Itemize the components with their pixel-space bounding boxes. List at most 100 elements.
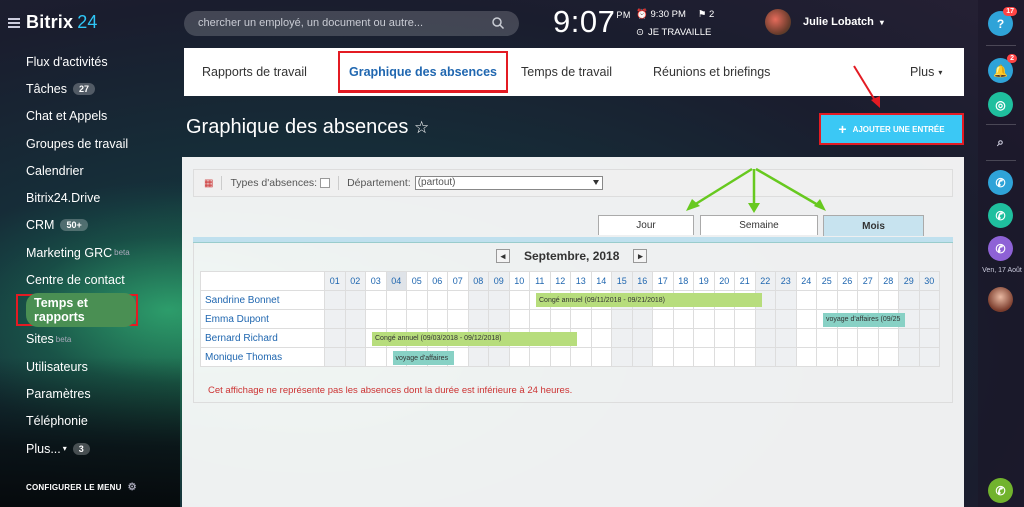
day-cell[interactable] xyxy=(447,290,469,310)
day-cell[interactable] xyxy=(590,347,612,367)
day-cell[interactable] xyxy=(611,328,633,348)
help-button[interactable]: ? 17 xyxy=(988,7,1017,36)
alarm[interactable]: ⏰ 9:30 PM xyxy=(636,9,686,20)
day-cell[interactable] xyxy=(652,328,674,348)
day-cell[interactable] xyxy=(775,290,797,310)
day-cell[interactable] xyxy=(385,290,407,310)
day-cell[interactable] xyxy=(652,347,674,367)
day-cell[interactable] xyxy=(426,309,448,329)
user-menu[interactable]: Julie Lobatch ▾ xyxy=(765,9,884,35)
day-cell[interactable] xyxy=(324,347,346,367)
employee-link[interactable]: Sandrine Bonnet xyxy=(200,290,325,310)
day-cell[interactable] xyxy=(898,328,920,348)
menu-item-temps-rapports[interactable]: Temps et rapports xyxy=(16,292,138,327)
menu-item-parametres[interactable]: Paramètres xyxy=(0,380,178,407)
day-cell[interactable] xyxy=(529,309,551,329)
menu-item-sites[interactable]: Sites beta xyxy=(0,326,178,353)
day-cell[interactable] xyxy=(734,328,756,348)
day-cell[interactable] xyxy=(795,328,817,348)
day-cell[interactable] xyxy=(898,347,920,367)
menu-item-marketing[interactable]: Marketing GRC beta xyxy=(0,239,178,266)
call-button[interactable]: ✆ xyxy=(988,478,1013,503)
day-cell[interactable] xyxy=(672,347,694,367)
day-cell[interactable] xyxy=(344,290,366,310)
day-cell[interactable] xyxy=(857,328,879,348)
day-cell[interactable] xyxy=(693,309,715,329)
day-cell[interactable] xyxy=(816,347,838,367)
day-cell[interactable] xyxy=(467,347,489,367)
tab-reunions[interactable]: Réunions et briefings xyxy=(653,48,770,96)
menu-item-calendrier[interactable]: Calendrier xyxy=(0,157,178,184)
day-cell[interactable] xyxy=(713,347,735,367)
day-cell[interactable] xyxy=(918,347,940,367)
absence-bar[interactable]: Congé annuel (09/11/2018 - 09/21/2018) xyxy=(536,293,762,308)
employee-link[interactable]: Emma Dupont xyxy=(200,309,325,329)
day-cell[interactable] xyxy=(693,328,715,348)
open-channels-button[interactable]: ◎ xyxy=(988,92,1013,117)
search-icon[interactable] xyxy=(491,16,505,30)
day-cell[interactable] xyxy=(877,347,899,367)
day-cell[interactable] xyxy=(324,290,346,310)
prev-month-button[interactable]: ◂ xyxy=(496,249,510,263)
day-cell[interactable] xyxy=(836,328,858,348)
absence-bar[interactable]: voyage d'affaires xyxy=(392,351,454,366)
day-cell[interactable] xyxy=(549,309,571,329)
day-cell[interactable] xyxy=(344,309,366,329)
day-cell[interactable] xyxy=(836,347,858,367)
day-cell[interactable] xyxy=(611,347,633,367)
day-cell[interactable] xyxy=(918,290,940,310)
day-cell[interactable] xyxy=(775,328,797,348)
menu-item-utilisateurs[interactable]: Utilisateurs xyxy=(0,353,178,380)
avatar[interactable] xyxy=(988,287,1013,312)
day-cell[interactable] xyxy=(467,309,489,329)
day-cell[interactable] xyxy=(795,309,817,329)
day-cell[interactable] xyxy=(877,290,899,310)
menu-burger-icon[interactable] xyxy=(8,17,20,28)
day-cell[interactable] xyxy=(488,347,510,367)
day-cell[interactable] xyxy=(795,347,817,367)
day-cell[interactable] xyxy=(508,309,530,329)
calendar-icon[interactable]: ▦ xyxy=(204,178,213,189)
next-month-button[interactable]: ▸ xyxy=(633,249,648,263)
logo[interactable]: Bitrix 24 xyxy=(8,12,98,33)
employee-link[interactable]: Monique Thomas xyxy=(200,347,325,367)
day-cell[interactable] xyxy=(693,347,715,367)
day-cell[interactable] xyxy=(611,309,633,329)
work-status[interactable]: ⊙ JE TRAVAILLE xyxy=(636,27,714,38)
tab-mois[interactable]: Mois xyxy=(823,215,924,236)
day-cell[interactable] xyxy=(652,309,674,329)
contact-2-button[interactable]: ✆ xyxy=(988,203,1013,228)
day-cell[interactable] xyxy=(631,328,653,348)
day-cell[interactable] xyxy=(447,309,469,329)
day-cell[interactable] xyxy=(324,309,346,329)
day-cell[interactable] xyxy=(488,290,510,310)
absence-bar[interactable]: Congé annuel (09/03/2018 - 09/12/2018) xyxy=(372,331,577,346)
menu-item-drive[interactable]: Bitrix24.Drive xyxy=(0,184,178,211)
day-cell[interactable] xyxy=(590,328,612,348)
day-cell[interactable] xyxy=(508,290,530,310)
day-cell[interactable] xyxy=(549,347,571,367)
employee-link[interactable]: Bernard Richard xyxy=(200,328,325,348)
add-entry-button[interactable]: + AJOUTER UNE ENTRÉE xyxy=(819,113,964,145)
contact-1-button[interactable]: ✆ xyxy=(988,170,1013,195)
day-cell[interactable] xyxy=(836,290,858,310)
tab-rapports[interactable]: Rapports de travail xyxy=(202,48,307,96)
day-cell[interactable] xyxy=(406,309,428,329)
types-checkbox[interactable] xyxy=(320,178,331,188)
absence-bar[interactable]: voyage d'affaires (09/25 xyxy=(823,312,905,327)
menu-item-flux[interactable]: Flux d'activités xyxy=(0,48,178,75)
menu-item-chat[interactable]: Chat et Appels xyxy=(0,103,178,130)
day-cell[interactable] xyxy=(672,309,694,329)
day-cell[interactable] xyxy=(795,290,817,310)
day-cell[interactable] xyxy=(590,309,612,329)
day-cell[interactable] xyxy=(857,290,879,310)
day-cell[interactable] xyxy=(816,328,838,348)
tab-temps-travail[interactable]: Temps de travail xyxy=(521,48,612,96)
day-cell[interactable] xyxy=(385,309,407,329)
department-select[interactable]: (partout) xyxy=(414,176,603,190)
day-cell[interactable] xyxy=(898,290,920,310)
search-input[interactable]: chercher un employé, un document ou autr… xyxy=(184,11,519,36)
flag[interactable]: ⚑ 2 xyxy=(698,9,714,20)
day-cell[interactable] xyxy=(713,309,735,329)
day-cell[interactable] xyxy=(324,328,346,348)
